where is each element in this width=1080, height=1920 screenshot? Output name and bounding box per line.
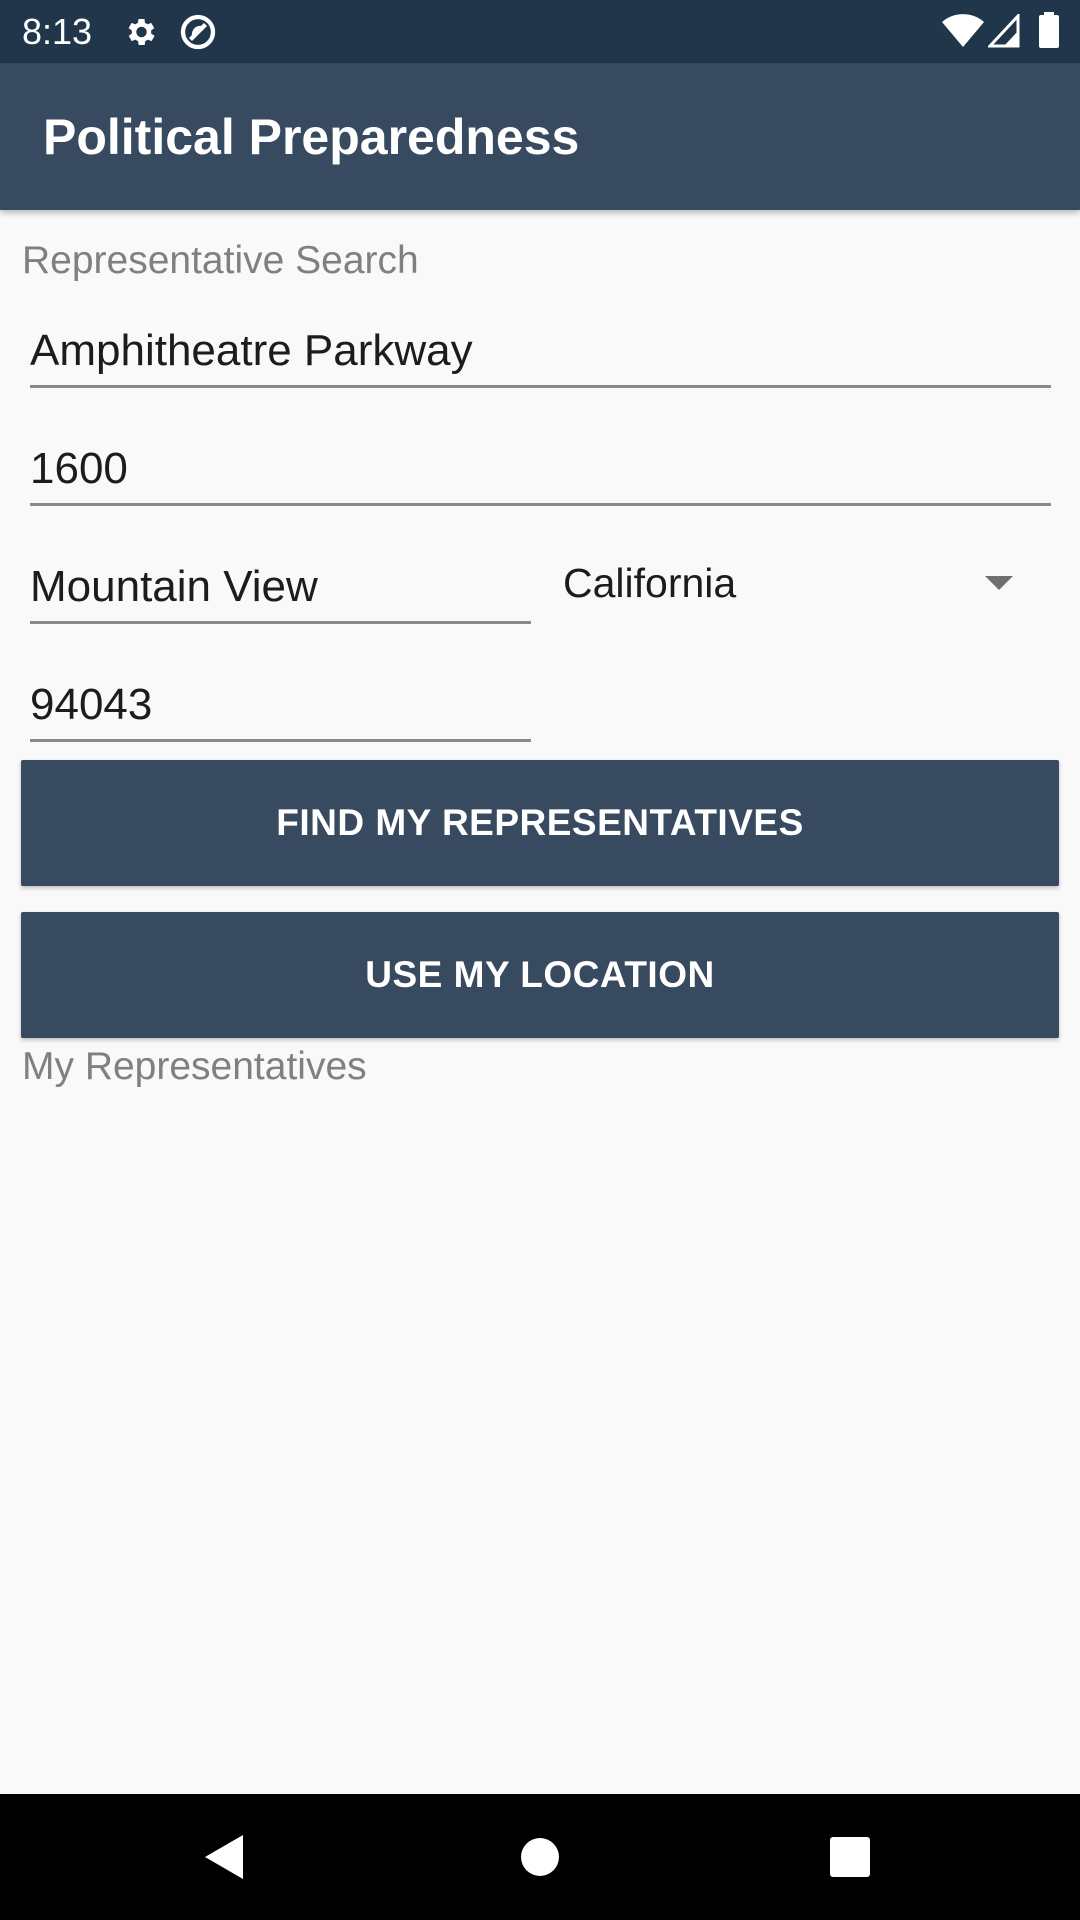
- status-time: 8:13: [22, 11, 93, 52]
- settings-icon: [128, 18, 155, 46]
- chevron-down-icon: [985, 576, 1013, 590]
- nav-back-button[interactable]: [165, 1794, 285, 1920]
- use-my-location-button[interactable]: USE MY LOCATION: [21, 912, 1059, 1038]
- zip-input[interactable]: [30, 679, 531, 731]
- navigation-bar: [0, 1794, 1080, 1920]
- home-icon: [521, 1838, 559, 1876]
- representatives-list: [0, 1095, 1080, 1785]
- zip-field: [30, 669, 531, 742]
- representative-search-label: Representative Search: [22, 239, 419, 282]
- status-bar: 8:13: [0, 0, 1080, 63]
- nav-recents-button[interactable]: [790, 1794, 910, 1920]
- nav-home-button[interactable]: [480, 1794, 600, 1920]
- city-field: [30, 551, 531, 624]
- battery-icon: [1039, 12, 1059, 48]
- state-value: California: [563, 560, 737, 606]
- app-notification-icon: [180, 14, 216, 50]
- address-line-2-input[interactable]: [30, 443, 1051, 495]
- recents-icon: [830, 1837, 870, 1877]
- city-input[interactable]: [30, 561, 531, 613]
- app-title: Political Preparedness: [43, 109, 580, 165]
- address-line-2-field: [30, 433, 1051, 506]
- address-line-1-field: [30, 315, 1051, 388]
- my-representatives-label: My Representatives: [22, 1045, 367, 1088]
- address-line-1-input[interactable]: [30, 325, 1051, 377]
- app-bar: Political Preparedness: [0, 63, 1080, 210]
- state-dropdown[interactable]: California: [543, 545, 1035, 625]
- wifi-icon: [942, 14, 984, 47]
- back-icon: [205, 1835, 243, 1879]
- find-my-representatives-button[interactable]: FIND MY REPRESENTATIVES: [21, 760, 1059, 886]
- cell-signal-icon: [988, 14, 1020, 48]
